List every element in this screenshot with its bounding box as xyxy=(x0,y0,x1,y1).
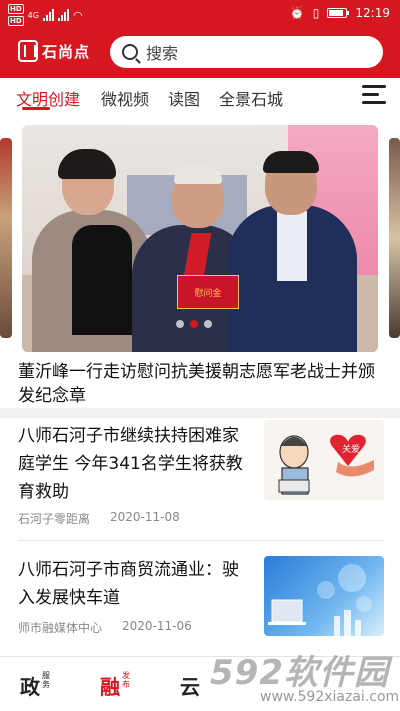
news-thumbnail[interactable]: 关爱 xyxy=(264,420,384,500)
app-header: HD HD 4G ◠ ⏰ ▯ 12:19 石尚点 搜索 xyxy=(0,0,400,78)
news-illustration xyxy=(268,564,372,636)
row-divider xyxy=(18,540,384,541)
carousel-pager xyxy=(176,320,212,328)
photo-woman-shirt xyxy=(72,225,132,335)
search-icon xyxy=(122,44,138,60)
status-bar: HD HD 4G ◠ ⏰ ▯ 12:19 xyxy=(0,0,400,30)
news-illustration xyxy=(278,434,374,495)
active-tab-indicator xyxy=(22,107,50,110)
signal-icon-2 xyxy=(57,9,69,21)
status-left: HD HD 4G ◠ xyxy=(8,4,83,26)
watermark-url: www.592xiazai.com xyxy=(260,689,400,705)
hd-indicators: HD HD xyxy=(8,4,24,26)
news-source: 石河子零距离 xyxy=(18,512,91,526)
photo-official-hair xyxy=(263,151,319,173)
watermark: 592软件园 www.592xiazai.com xyxy=(200,645,400,711)
news-thumbnail[interactable] xyxy=(264,556,384,636)
pager-dot[interactable] xyxy=(176,320,184,328)
signal-icon xyxy=(42,9,54,21)
nav-main-label: 融 xyxy=(100,675,120,699)
news-meta: 师市融媒体中心 2020-11-06 xyxy=(18,619,192,636)
tab-weishipin[interactable]: 微视频 xyxy=(101,86,149,110)
news-title[interactable]: 八师石河子市商贸流通业：驶入发展快车道 xyxy=(18,556,253,612)
watermark-logo: 592软件园 xyxy=(210,653,389,693)
pager-dot-active[interactable] xyxy=(190,320,198,328)
banner-carousel[interactable]: 慰问金 xyxy=(0,120,400,354)
banner-photo[interactable]: 慰问金 xyxy=(22,125,378,352)
app-name: 石尚点 xyxy=(42,42,91,61)
vibrate-icon: ▯ xyxy=(312,6,320,20)
tab-quanjing[interactable]: 全景石城 xyxy=(219,86,283,110)
nav-rong[interactable]: 融 发布 xyxy=(100,671,132,700)
nav-zheng[interactable]: 政 服务 xyxy=(20,671,52,700)
nav-main-label: 云 xyxy=(180,675,200,699)
photo-veteran-hair xyxy=(174,166,222,184)
news-date: 2020-11-06 xyxy=(122,619,192,633)
carousel-next-card[interactable] xyxy=(389,138,400,338)
search-placeholder: 搜索 xyxy=(146,44,179,63)
status-right: ⏰ ▯ 12:19 xyxy=(290,6,390,20)
clock: 12:19 xyxy=(355,6,390,20)
alarm-icon: ⏰ xyxy=(289,6,305,20)
carousel-prev-card[interactable] xyxy=(0,138,12,338)
news-meta: 石河子零距离 2020-11-08 xyxy=(18,510,180,527)
logo-icon xyxy=(18,40,38,62)
category-tabs: 文明创建 微视频 读图 全景石城 xyxy=(0,78,400,116)
nav-yun[interactable]: 云 xyxy=(180,671,200,700)
news-title[interactable]: 八师石河子市继续扶持困难家庭学生 今年341名学生将获教育救助 xyxy=(18,422,253,506)
thumb-label: 关爱 xyxy=(342,445,361,455)
nav-main-label: 政 xyxy=(20,675,40,699)
news-date: 2020-11-08 xyxy=(110,510,180,524)
search-bar[interactable]: 搜索 xyxy=(110,36,383,68)
tab-dutu[interactable]: 读图 xyxy=(168,86,200,110)
photo-red-envelope: 慰问金 xyxy=(177,275,239,309)
hd-badge-2: HD xyxy=(8,16,24,26)
menu-icon[interactable] xyxy=(362,84,386,106)
banner-headline[interactable]: 董沂峰一行走访慰问抗美援朝志愿军老战士并颁发纪念章 xyxy=(18,360,383,408)
section-divider xyxy=(0,408,400,418)
photo-official-shirt xyxy=(277,211,307,281)
battery-icon xyxy=(327,8,350,18)
wifi-icon: ◠ xyxy=(72,8,83,22)
hd-badge-1: HD xyxy=(8,4,24,14)
app-logo[interactable]: 石尚点 xyxy=(18,40,90,62)
network-type: 4G xyxy=(27,10,39,20)
pager-dot[interactable] xyxy=(204,320,212,328)
news-source: 师市融媒体中心 xyxy=(18,621,103,635)
nav-sub-label: 发布 xyxy=(122,671,130,689)
nav-sub-label: 服务 xyxy=(42,671,50,689)
